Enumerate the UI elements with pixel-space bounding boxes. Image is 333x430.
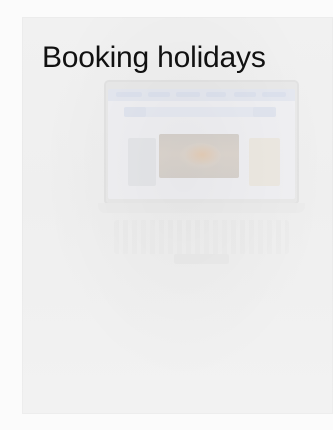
- website-search-bar: [124, 107, 276, 117]
- nav-item: [206, 92, 226, 97]
- website-video-frame: [159, 134, 239, 178]
- page-title: Booking holidays: [42, 41, 266, 74]
- laptop-chin: [98, 203, 305, 213]
- nav-item: [116, 92, 142, 97]
- laptop-trackpad: [174, 254, 229, 264]
- website-right-column: [249, 138, 280, 186]
- nav-item: [176, 92, 200, 97]
- nav-item: [234, 92, 256, 97]
- website-button: [253, 107, 276, 117]
- website-nav-bar: [108, 89, 295, 101]
- website-left-column: [128, 138, 156, 186]
- laptop: [98, 80, 305, 270]
- nav-item: [148, 92, 170, 97]
- photo-card: Booking holidays: [0, 0, 333, 430]
- laptop-screen-frame: [104, 80, 299, 205]
- laptop-keyboard: [114, 220, 289, 254]
- nav-item: [262, 92, 286, 97]
- laptop-screen: [108, 89, 295, 199]
- website-button: [124, 107, 146, 117]
